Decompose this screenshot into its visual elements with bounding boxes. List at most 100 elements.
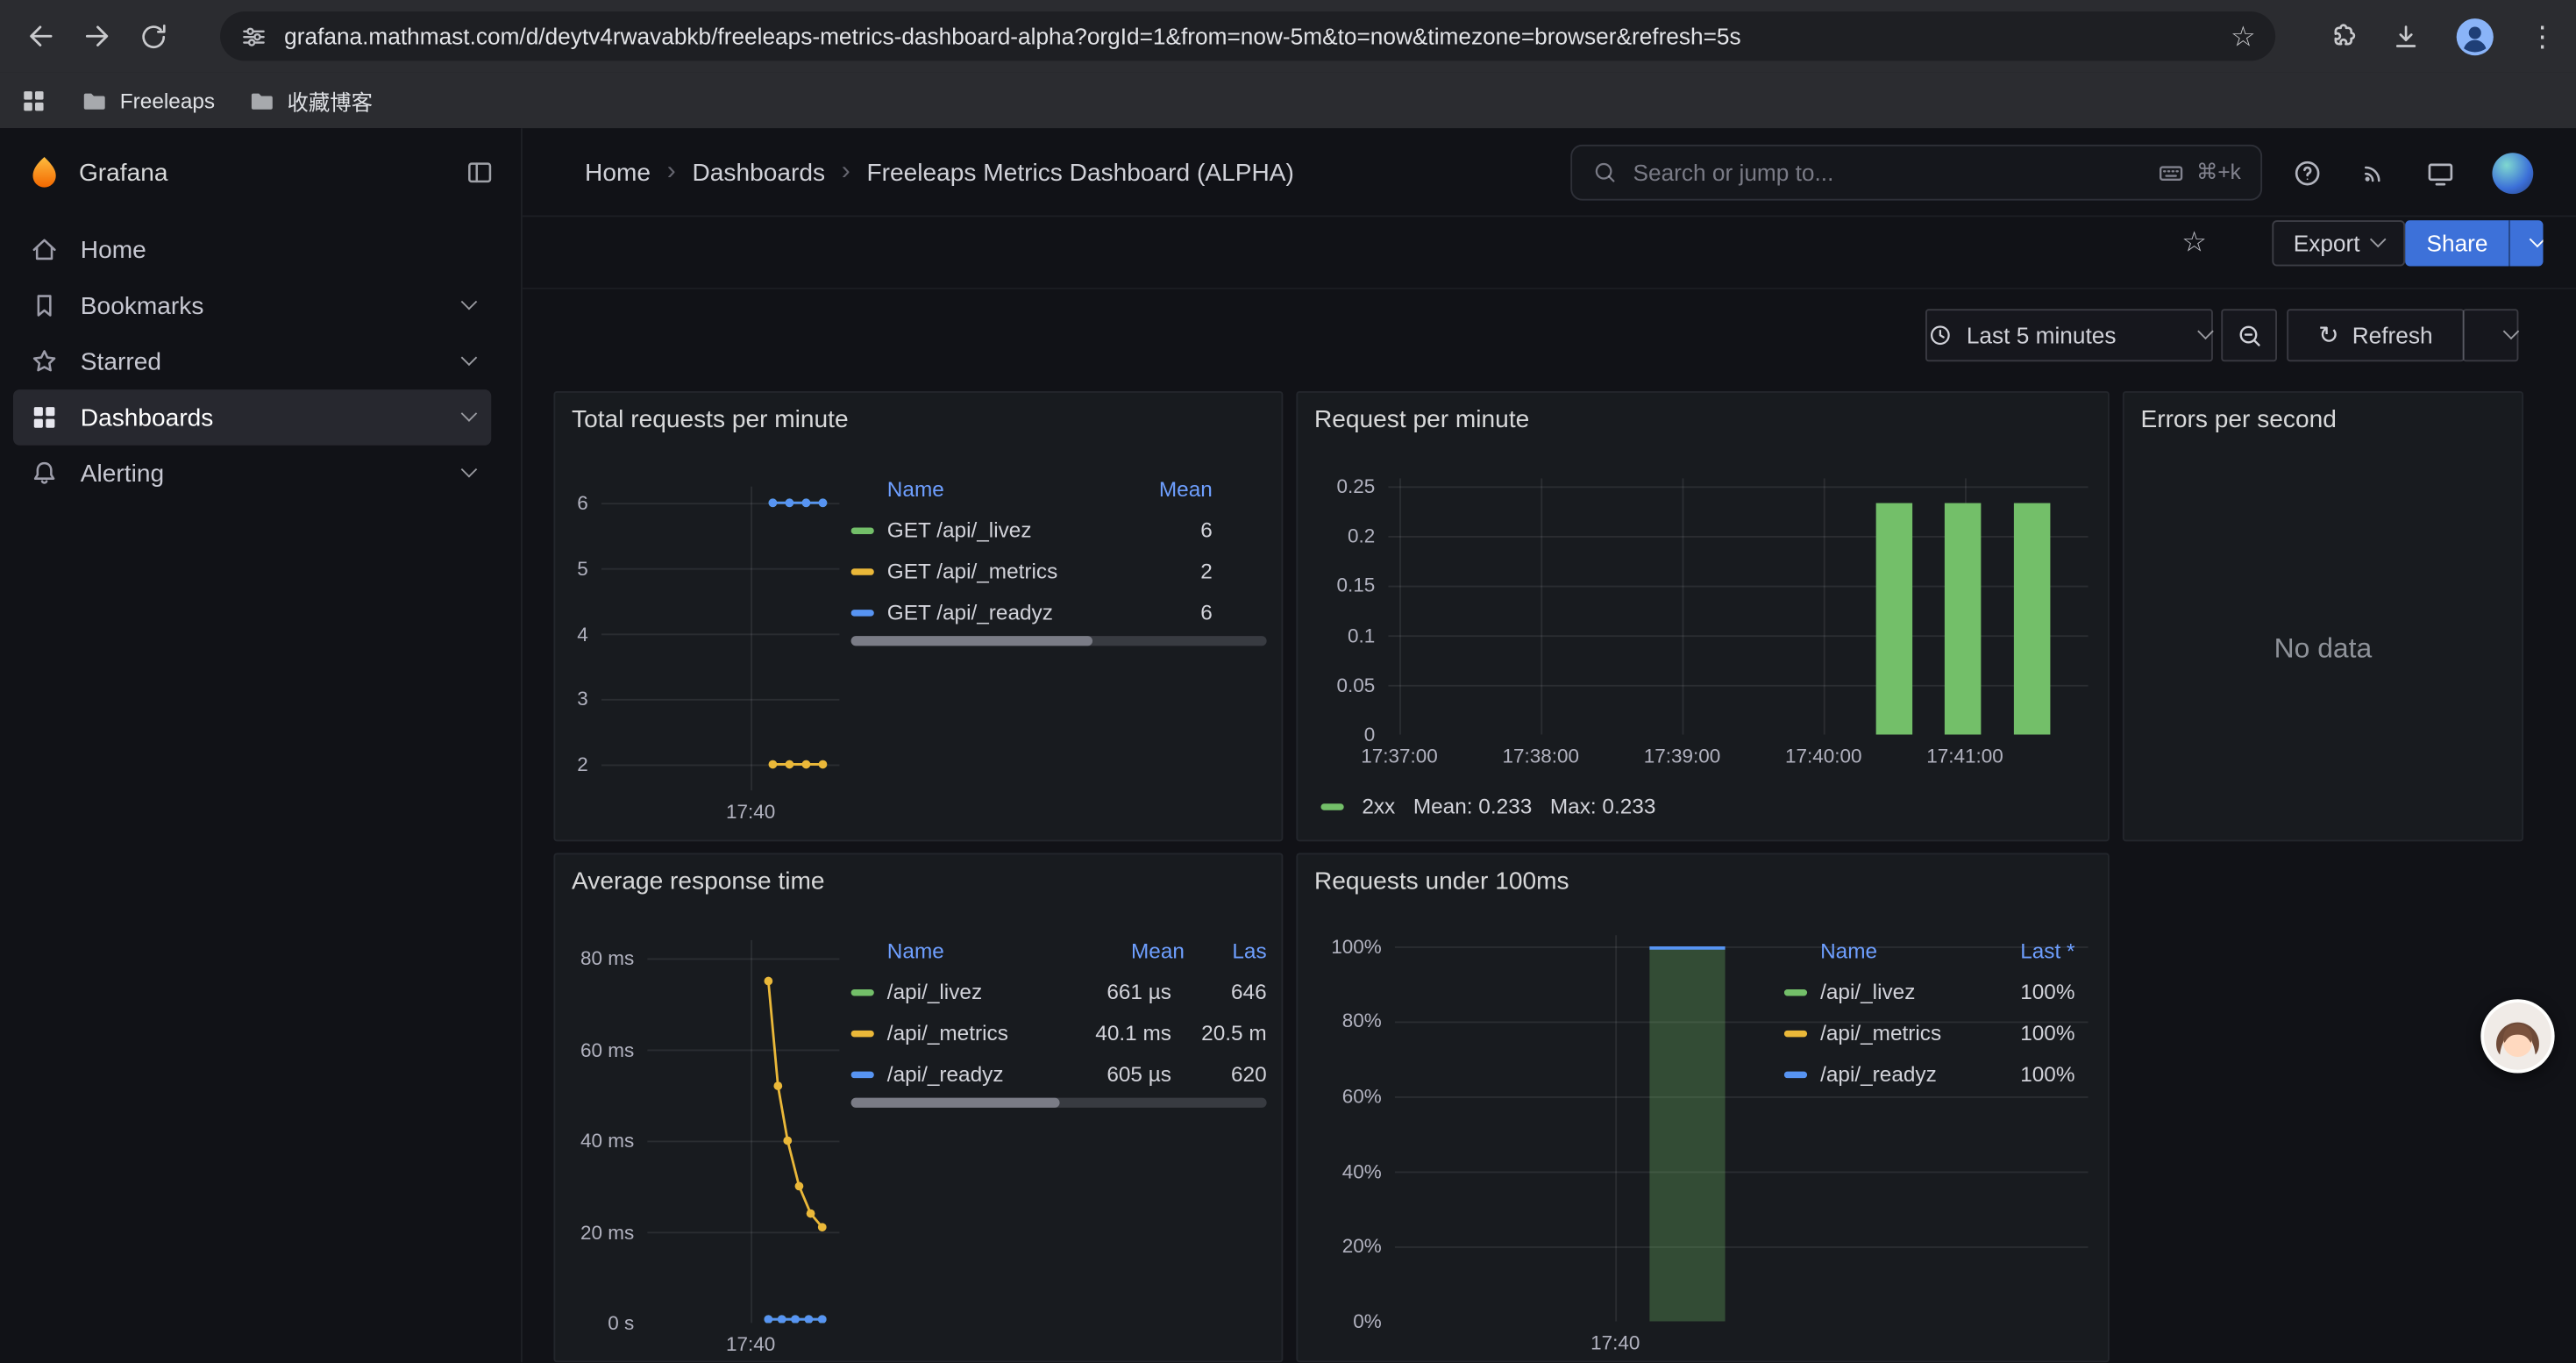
sidebar-item-starred[interactable]: Starred xyxy=(13,333,491,389)
sidebar-item-home[interactable]: Home xyxy=(13,222,491,278)
panel-title[interactable]: Total requests per minute xyxy=(572,406,849,434)
breadcrumb: Home › Dashboards › Freeleaps Metrics Da… xyxy=(585,128,1294,217)
legend-scrollbar[interactable] xyxy=(851,636,1267,646)
series-last: 646 xyxy=(1185,980,1267,1004)
share-button[interactable]: Share xyxy=(2405,220,2509,266)
axis-tick-label: 6 xyxy=(523,491,588,514)
monitor-icon[interactable] xyxy=(2425,157,2457,189)
legend-scrollbar[interactable] xyxy=(851,1098,1267,1108)
legend-row[interactable]: /api/_readyz 605 µs 620 xyxy=(851,1053,1267,1095)
export-button[interactable]: Export xyxy=(2272,220,2406,266)
series-name: /api/_metrics xyxy=(1820,1021,1941,1045)
refresh-button[interactable]: ↻ Refresh xyxy=(2287,309,2464,361)
extensions-icon[interactable] xyxy=(2326,20,2358,52)
grafana-sidebar: Grafana Home Bookmarks Starred Dashboard… xyxy=(0,128,523,1362)
legend-col-name[interactable]: Name xyxy=(887,938,1083,962)
site-settings-icon[interactable] xyxy=(240,22,268,50)
sidebar-item-label: Dashboards xyxy=(81,403,214,432)
axis-tick-label: 20% xyxy=(1309,1235,1381,1258)
legend-row[interactable]: GET /api/_readyz 6 xyxy=(851,592,1213,633)
time-range-picker[interactable]: Last 5 minutes xyxy=(1925,309,2213,361)
legend-col-last[interactable]: Last * xyxy=(1996,938,2075,962)
series-swatch xyxy=(851,527,874,533)
zoom-out-button[interactable] xyxy=(2221,309,2277,361)
axis-tick-label: 60 ms xyxy=(562,1038,634,1060)
chevron-down-icon[interactable] xyxy=(461,404,478,421)
axis-tick-label: 60% xyxy=(1309,1085,1381,1108)
search-box[interactable]: ⌘+k xyxy=(1570,145,2262,201)
downloads-icon[interactable] xyxy=(2390,20,2422,52)
panel-title[interactable]: Requests under 100ms xyxy=(1314,867,1569,896)
axis-tick-label: 0.2 xyxy=(1303,525,1375,547)
series-name: /api/_livez xyxy=(1820,980,1915,1004)
legend-row[interactable]: GET /api/_livez 6 xyxy=(851,510,1213,551)
grafana-logo[interactable] xyxy=(26,154,62,190)
url-input[interactable] xyxy=(284,23,2214,49)
profile-avatar[interactable] xyxy=(2454,16,2495,57)
legend-col-last[interactable]: Las xyxy=(1185,938,1267,962)
shortcut-label: ⌘+k xyxy=(2196,160,2241,186)
chevron-down-icon[interactable] xyxy=(461,460,478,477)
sidebar-item-label: Home xyxy=(81,236,146,264)
chart-plot[interactable] xyxy=(1388,478,2088,734)
url-bar[interactable]: ☆ xyxy=(220,11,2275,61)
refresh-interval-button[interactable] xyxy=(2463,309,2519,361)
legend-row[interactable]: GET /api/_metrics 2 xyxy=(851,551,1213,592)
legend-col-name[interactable]: Name xyxy=(887,475,1147,500)
sidebar-item-bookmarks[interactable]: Bookmarks xyxy=(13,278,491,334)
legend-row[interactable]: /api/_livez 100% xyxy=(1784,971,2075,1012)
reload-button[interactable] xyxy=(125,8,181,64)
axis-tick-label: 0 s xyxy=(562,1311,634,1334)
forward-icon xyxy=(81,19,113,52)
chevron-down-icon[interactable] xyxy=(461,293,478,310)
help-icon[interactable] xyxy=(2292,157,2323,189)
apps-grid-icon[interactable] xyxy=(19,86,47,114)
legend-row[interactable]: /api/_livez 661 µs 646 xyxy=(851,971,1267,1012)
floating-avatar[interactable] xyxy=(2480,999,2554,1073)
browser-toolbar: ☆ ⋮ xyxy=(0,0,2576,72)
chevron-down-icon xyxy=(2503,323,2520,339)
legend-table: Name Mean Las /api/_livez 661 µs 646 /ap… xyxy=(851,929,1267,1095)
breadcrumb-dashboards[interactable]: Dashboards xyxy=(692,159,825,187)
bookmark-folder-blogs[interactable]: 收藏博客 xyxy=(248,84,373,116)
reload-icon xyxy=(137,20,168,52)
chart-plot[interactable] xyxy=(601,487,840,791)
bookmark-folder-freeleaps[interactable]: Freeleaps xyxy=(81,86,215,114)
panel-title[interactable]: Request per minute xyxy=(1314,406,1529,434)
legend-col-name[interactable]: Name xyxy=(1820,938,1996,962)
user-avatar[interactable] xyxy=(2492,152,2533,193)
dashboard-content: Last 5 minutes ↻ Refresh Total requests … xyxy=(523,289,2576,1363)
series-name: GET /api/_livez xyxy=(887,517,1032,542)
sidebar-item-dashboards[interactable]: Dashboards xyxy=(13,389,491,446)
legend-row[interactable]: /api/_metrics 40.1 ms 20.5 m xyxy=(851,1012,1267,1053)
series-swatch xyxy=(1320,803,1343,809)
sidebar-item-alerting[interactable]: Alerting xyxy=(13,446,491,502)
keyboard-icon xyxy=(2157,159,2185,187)
chevron-down-icon xyxy=(2530,231,2544,247)
legend-col-mean[interactable]: Mean xyxy=(1147,475,1213,500)
breadcrumb-home[interactable]: Home xyxy=(585,159,651,187)
legend-row[interactable]: /api/_readyz 100% xyxy=(1784,1053,2075,1095)
share-menu-button[interactable] xyxy=(2509,220,2544,266)
series-swatch xyxy=(851,988,874,995)
forward-button[interactable] xyxy=(69,8,125,64)
chart-plot[interactable] xyxy=(647,940,839,1324)
panel-average-response-time: Average response time Name Mean Las /api… xyxy=(553,853,1283,1362)
favorite-star-icon[interactable]: ☆ xyxy=(2181,228,2207,256)
panel-title[interactable]: Errors per second xyxy=(2140,406,2336,434)
axis-tick-label: 17:40 xyxy=(1549,1331,1681,1354)
back-button[interactable] xyxy=(13,8,69,64)
folder-icon xyxy=(81,86,109,114)
series-max: Max: 0.233 xyxy=(1550,794,1656,818)
browser-menu-icon[interactable]: ⋮ xyxy=(2529,22,2557,50)
chevron-down-icon[interactable] xyxy=(461,349,478,366)
news-rss-icon[interactable] xyxy=(2359,158,2389,188)
chart-svg xyxy=(647,940,839,1324)
bookmark-star-icon[interactable]: ☆ xyxy=(2231,22,2256,50)
search-input[interactable] xyxy=(1633,160,2142,186)
legend-row[interactable]: /api/_metrics 100% xyxy=(1784,1012,2075,1053)
panel-title[interactable]: Average response time xyxy=(572,867,825,896)
legend-inline[interactable]: 2xx Mean: 0.233 Max: 0.233 xyxy=(1320,794,1655,818)
legend-col-mean[interactable]: Mean xyxy=(1083,938,1185,962)
sidebar-collapse-icon[interactable] xyxy=(465,158,495,188)
